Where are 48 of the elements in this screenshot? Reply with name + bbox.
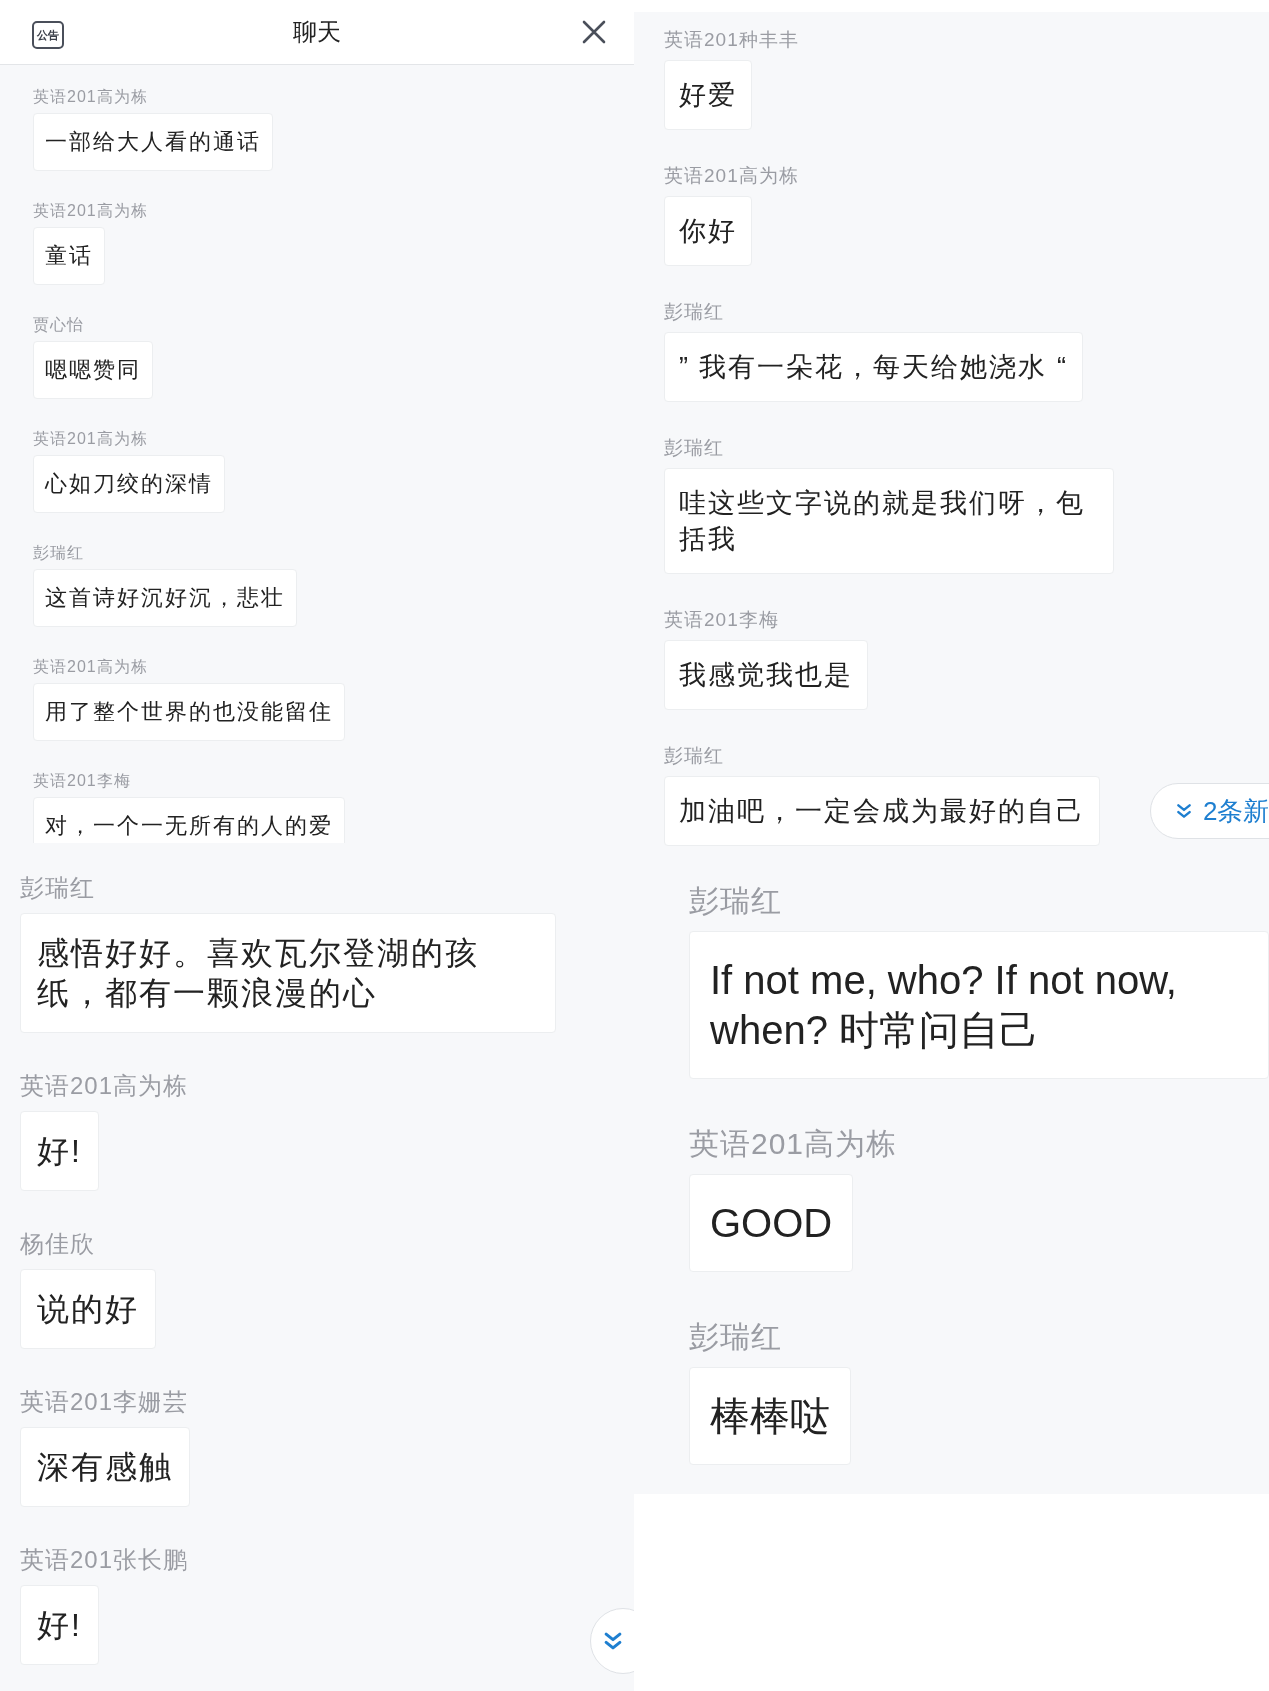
sender-name: 杨佳欣 bbox=[20, 1229, 95, 1259]
message-bubble: 深有感触 bbox=[20, 1427, 190, 1507]
message-bubble: 好! bbox=[20, 1585, 99, 1665]
sender-name: 英语201李梅 bbox=[664, 608, 779, 632]
sender-name: 彭瑞红 bbox=[664, 300, 724, 324]
message-bubble: 一部给大人看的通话 bbox=[33, 113, 273, 171]
double-chevron-down-icon bbox=[1175, 802, 1193, 820]
double-chevron-down-icon bbox=[602, 1630, 624, 1652]
message-bubble: 哇这些文字说的就是我们呀，包括我 bbox=[664, 468, 1114, 574]
sender-name: 英语201高为栋 bbox=[20, 1071, 189, 1101]
new-messages-button[interactable]: 2条新 bbox=[1150, 783, 1269, 839]
sender-name: 彭瑞红 bbox=[689, 883, 782, 919]
sender-name: 英语201高为栋 bbox=[33, 201, 148, 221]
message-bubble: 你好 bbox=[664, 196, 752, 266]
sender-name: 彭瑞红 bbox=[664, 436, 724, 460]
message-bubble: GOOD bbox=[689, 1174, 854, 1272]
message-bubble: 感悟好好。喜欢瓦尔登湖的孩纸，都有一颗浪漫的心 bbox=[20, 913, 556, 1033]
sender-name: 英语201高为栋 bbox=[33, 429, 148, 449]
sender-name: 彭瑞红 bbox=[664, 744, 724, 768]
message-bubble: 用了整个世界的也没能留住 bbox=[33, 683, 345, 741]
sender-name: 英语201李姗芸 bbox=[20, 1387, 189, 1417]
message-bubble: 这首诗好沉好沉，悲壮 bbox=[33, 569, 297, 627]
message-bubble: 加油吧，一定会成为最好的自己 bbox=[664, 776, 1100, 846]
message-bubble: 说的好 bbox=[20, 1269, 156, 1349]
message-bubble: 我感觉我也是 bbox=[664, 640, 868, 710]
message-bubble: If not me, who? If not now, when? 时常问自己 bbox=[689, 931, 1269, 1079]
chat-title: 聊天 bbox=[293, 17, 341, 47]
message-bubble: 好爱 bbox=[664, 60, 752, 130]
sender-name: 彭瑞红 bbox=[33, 543, 84, 563]
sender-name: 英语201高为栋 bbox=[689, 1126, 898, 1162]
message-bubble: 好! bbox=[20, 1111, 99, 1191]
message-bubble: 棒棒哒 bbox=[689, 1367, 851, 1465]
close-icon[interactable] bbox=[582, 20, 606, 44]
message-bubble: 对，一个一无所有的人的爱 bbox=[33, 797, 345, 843]
announcement-button[interactable]: 公告 bbox=[32, 21, 64, 49]
sender-name: 英语201种丰丰 bbox=[664, 28, 799, 52]
message-bubble: 童话 bbox=[33, 227, 105, 285]
sender-name: 彭瑞红 bbox=[20, 873, 95, 903]
sender-name: 英语201李梅 bbox=[33, 771, 131, 791]
sender-name: 英语201高为栋 bbox=[33, 657, 148, 677]
sender-name: 贾心怡 bbox=[33, 315, 84, 335]
message-bubble: ” 我有一朵花，每天给她浇水 “ bbox=[664, 332, 1083, 402]
sender-name: 英语201高为栋 bbox=[33, 87, 148, 107]
message-bubble: 嗯嗯赞同 bbox=[33, 341, 153, 399]
sender-name: 英语201高为栋 bbox=[664, 164, 799, 188]
message-bubble: 心如刀绞的深情 bbox=[33, 455, 225, 513]
sender-name: 彭瑞红 bbox=[689, 1319, 782, 1355]
sender-name: 英语201张长鹏 bbox=[20, 1545, 189, 1575]
